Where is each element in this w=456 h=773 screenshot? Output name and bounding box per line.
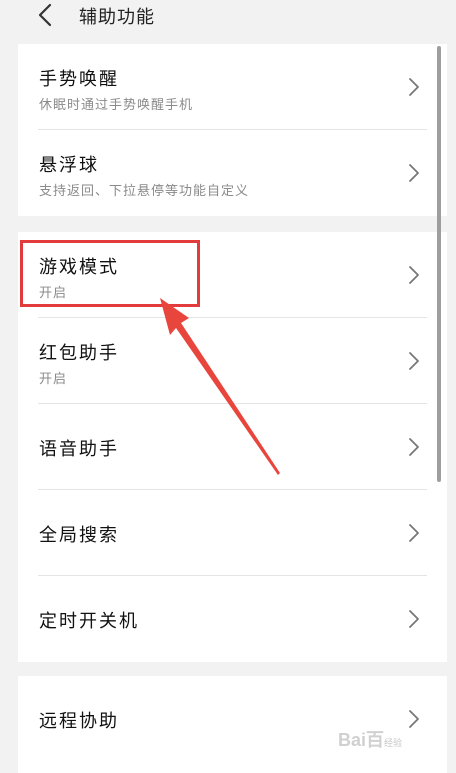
watermark-sub: 经验 — [384, 738, 403, 748]
setting-global-search[interactable]: 全局搜索 — [18, 490, 447, 576]
setting-label: 手势唤醒 — [39, 69, 119, 90]
chevron-right-icon — [409, 78, 419, 96]
chevron-right-icon — [409, 610, 419, 628]
annotation-highlight-box — [20, 240, 200, 307]
top-bar: 辅助功能 — [0, 0, 456, 32]
setting-floating-ball[interactable]: 悬浮球 支持返回、下拉悬停等功能自定义 — [18, 130, 447, 216]
setting-label: 语音助手 — [39, 439, 119, 460]
chevron-right-icon — [409, 352, 419, 370]
setting-status: 开启 — [39, 372, 68, 387]
setting-gesture-wake[interactable]: 手势唤醒 休眠时通过手势唤醒手机 — [18, 44, 447, 130]
setting-description: 休眠时通过手势唤醒手机 — [39, 98, 194, 113]
page-title: 辅助功能 — [79, 7, 155, 28]
setting-voice-assistant[interactable]: 语音助手 — [18, 404, 447, 490]
watermark-logo: Bai百 — [338, 730, 385, 750]
setting-description: 支持返回、下拉悬停等功能自定义 — [39, 184, 250, 199]
scrollbar[interactable] — [437, 46, 441, 482]
chevron-right-icon — [409, 438, 419, 456]
setting-label: 远程协助 — [39, 711, 119, 732]
chevron-right-icon — [409, 164, 419, 182]
setting-label: 定时开关机 — [39, 611, 139, 632]
setting-red-packet-assistant[interactable]: 红包助手 开启 — [18, 318, 447, 404]
chevron-left-icon[interactable] — [34, 2, 58, 28]
setting-label: 红包助手 — [39, 343, 119, 364]
setting-label: 全局搜索 — [39, 525, 119, 546]
chevron-right-icon — [409, 524, 419, 542]
setting-scheduled-power[interactable]: 定时开关机 — [18, 576, 447, 662]
chevron-right-icon — [409, 266, 419, 284]
settings-card-3: 远程协助 — [18, 676, 447, 773]
setting-label: 悬浮球 — [39, 155, 99, 176]
settings-card-1: 手势唤醒 休眠时通过手势唤醒手机 悬浮球 支持返回、下拉悬停等功能自定义 — [18, 44, 447, 216]
chevron-right-icon — [409, 710, 419, 728]
